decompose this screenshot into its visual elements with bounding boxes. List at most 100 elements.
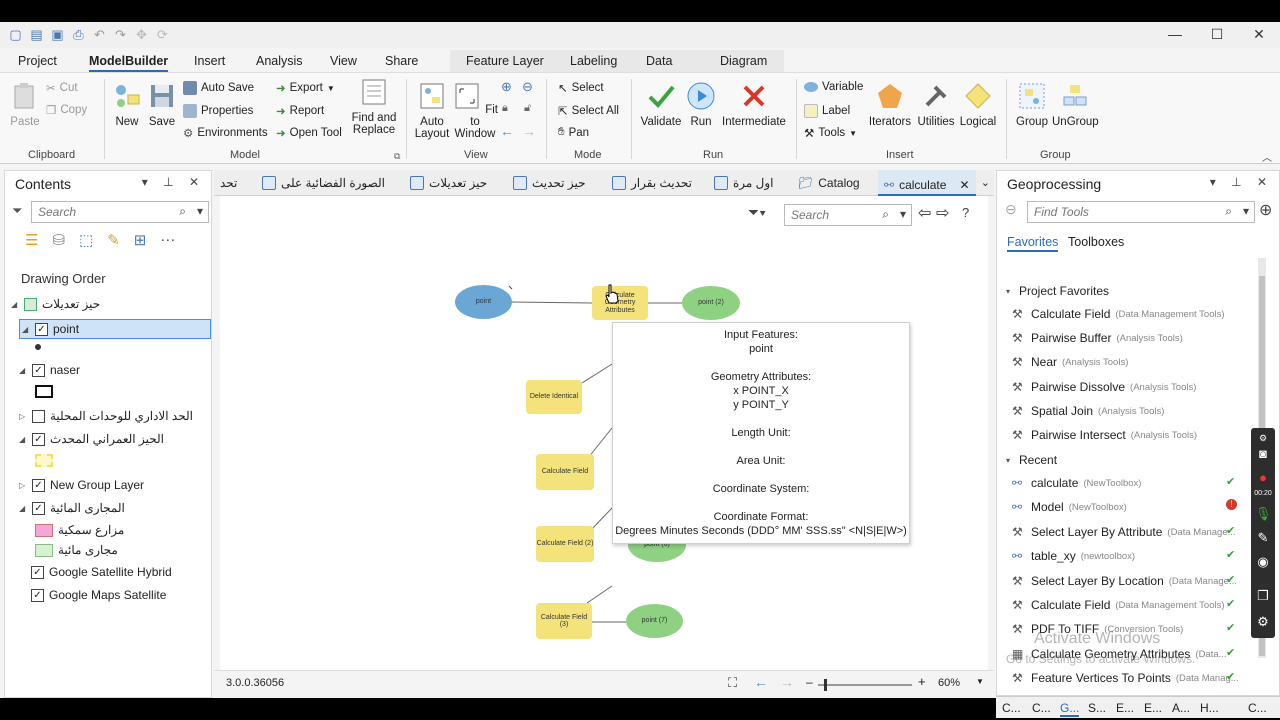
logical-button[interactable]: Logical [956,81,1000,128]
collapse-icon[interactable]: ◢ [19,366,27,375]
cut-button[interactable]: ✂ Cut [46,81,78,95]
pen-icon[interactable]: ✎ [1255,530,1271,546]
recorder-gear-icon[interactable]: ⚙ [1255,614,1271,630]
node-delete-identical[interactable]: Delete Identical [526,380,582,414]
tab-overflow-icon[interactable]: ⌄ [981,176,990,189]
intermediate-button[interactable]: Intermediate [720,81,788,128]
recent-calculate-field[interactable]: ⚒ Calculate Field (Data Management Tools) [1012,598,1225,612]
fav-pairwise-buffer[interactable]: ⚒ Pairwise Buffer (Analysis Tools) [1012,331,1183,345]
tab-diagram[interactable]: Diagram [720,54,767,68]
pane-controls[interactable]: ▾ ⊥ ✕ [142,175,205,189]
collapse-icon[interactable]: ◢ [22,325,30,334]
select-button[interactable]: ↖ Select [558,81,604,95]
tab-feature-layer[interactable]: Feature Layer [466,54,544,68]
more-options-icon[interactable]: ··· [160,231,175,249]
zoom-in-icon[interactable]: + [918,674,926,689]
layer-checkbox[interactable]: ✓ [31,565,44,579]
collapse-ribbon-icon[interactable]: ︿ [1262,149,1272,164]
layer-row-point[interactable]: ◢ ✓ point [19,319,211,339]
bottom-tab[interactable]: S... [1088,701,1106,715]
lock-icon[interactable]: 🔒︎ [502,102,508,115]
help-icon[interactable]: ? [962,205,969,220]
layer-row-waterways[interactable]: ◢ ✓ المجارى المائية [19,501,125,515]
find-replace-button[interactable]: Find and Replace [350,77,398,136]
auto-layout-button[interactable]: Auto Layout [412,81,452,140]
tab-project[interactable]: Project [18,54,57,68]
tab-view-cut[interactable]: تحد [220,176,237,190]
iterators-button[interactable]: Iterators [868,81,912,128]
properties-button[interactable]: Properties [183,104,253,118]
canvas-search-input[interactable]: Search ⌕ ▾ [784,204,912,226]
pan-button[interactable]: ✋︎ Pan [558,126,589,139]
bottom-tab[interactable]: E... [1116,701,1134,715]
zoom-level[interactable]: 60% [938,677,960,689]
save-model-button[interactable]: Save [146,81,178,128]
bottom-tab[interactable]: A... [1172,701,1190,715]
node-point-7[interactable]: point (7) [626,604,683,638]
tools-button[interactable]: ⚒ Tools ▼ [804,126,857,140]
node-point[interactable]: point [455,285,512,319]
tab-labeling[interactable]: Labeling [570,54,617,68]
camera-icon[interactable]: ◙ [1255,446,1271,462]
copy-button[interactable]: ❐ Copy [46,103,87,117]
bottom-tab-active[interactable]: G... [1060,701,1080,717]
tab-toolboxes[interactable]: Toolboxes [1068,235,1124,249]
tab-view[interactable]: View [330,54,357,68]
fav-spatial-join[interactable]: ⚒ Spatial Join (Analysis Tools) [1012,404,1164,418]
full-extent-icon[interactable]: ⛶ [728,675,737,691]
open-tool-button[interactable]: ➜ Open Tool [276,126,342,140]
validate-button[interactable]: Validate [638,81,684,128]
open-icon[interactable]: ▤ [29,27,44,42]
tab-insert[interactable]: Insert [194,54,225,68]
fav-near[interactable]: ⚒ Near (Analysis Tools) [1012,355,1128,369]
data-source-icon[interactable]: ⛁ [52,231,65,249]
zoom-in-icon[interactable]: ⊕ [501,79,512,95]
variable-button[interactable]: Variable [804,81,863,93]
ungroup-button[interactable]: UnGroup [1052,81,1099,128]
selection-icon[interactable]: ⬚ [79,231,93,249]
maximize-icon[interactable]: ☐ [1196,22,1238,46]
window-icon[interactable]: ❐ [1255,588,1271,604]
model-launcher-icon[interactable]: ⧉ [394,151,400,162]
zoom-out-icon[interactable]: ⊖ [522,79,533,95]
recent-header[interactable]: ▾ Recent [1006,453,1057,467]
contents-search-input[interactable]: Search ⌕ ▾ [31,201,209,223]
tab-data[interactable]: Data [646,54,672,68]
drawing-order-icon[interactable]: ☰ [25,231,38,249]
layer-row-naser[interactable]: ◢ ✓ naser [19,363,80,377]
fit-to-window-button[interactable]: Fit to Window [452,81,498,140]
paste-button[interactable]: Paste [10,81,40,128]
collapse-icon[interactable]: ◢ [19,435,27,444]
node-point-2[interactable]: point (2) [682,286,740,320]
recent-table-xy[interactable]: ⚯ table_xy (newtoolbox) [1012,549,1135,563]
collapse-icon[interactable]: ▾ [1006,456,1014,465]
tab-catalog[interactable]: 📁︎ Catalog [798,176,860,190]
back-icon[interactable]: ⊖ [1005,201,1017,218]
chevron-down-icon[interactable]: ▼ [976,677,984,686]
layer-row-urban-area[interactable]: ◢ ✓ الحيز العمراني المحدث [19,432,164,446]
tab-modelbuilder[interactable]: ModelBuilder [89,54,169,72]
fav-pairwise-dissolve[interactable]: ⚒ Pairwise Dissolve (Analysis Tools) [1012,380,1196,394]
layer-checkbox[interactable]: ✓ [31,588,44,602]
layer-checkbox[interactable]: ✓ [35,322,48,336]
webcam-icon[interactable]: ◉ [1255,554,1271,570]
environments-button[interactable]: ⚙ Environments [183,126,268,140]
layer-checkbox[interactable]: ✓ [32,432,45,446]
close-icon[interactable]: ✕ [959,178,969,192]
new-model-button[interactable]: New [110,81,144,128]
zoom-out-icon[interactable]: – [806,675,813,689]
layer-checkbox[interactable]: ✓ [32,363,45,377]
previous-arrow-icon[interactable]: ⇦ [918,203,931,223]
zoom-slider[interactable] [818,679,912,691]
filter-icon[interactable]: ⏷▾ [748,204,766,221]
export-button[interactable]: ➜ Export ▼ [276,81,335,95]
recent-feature-vertices[interactable]: ⚒ Feature Vertices To Points (Data Manag..… [1012,671,1239,685]
node-calculate-field[interactable]: Calculate Field [536,454,594,490]
zoom-slider-thumb[interactable] [824,679,827,691]
label-button[interactable]: Label [804,104,850,118]
recent-calculate[interactable]: ⚯ calculate (NewToolbox) [1012,476,1141,490]
layer-checkbox[interactable]: ✓ [32,501,45,515]
next-extent-icon[interactable]: → [780,674,794,690]
next-arrow-icon[interactable]: ⇨ [936,203,949,223]
save-icon[interactable]: ▣ [50,27,65,42]
